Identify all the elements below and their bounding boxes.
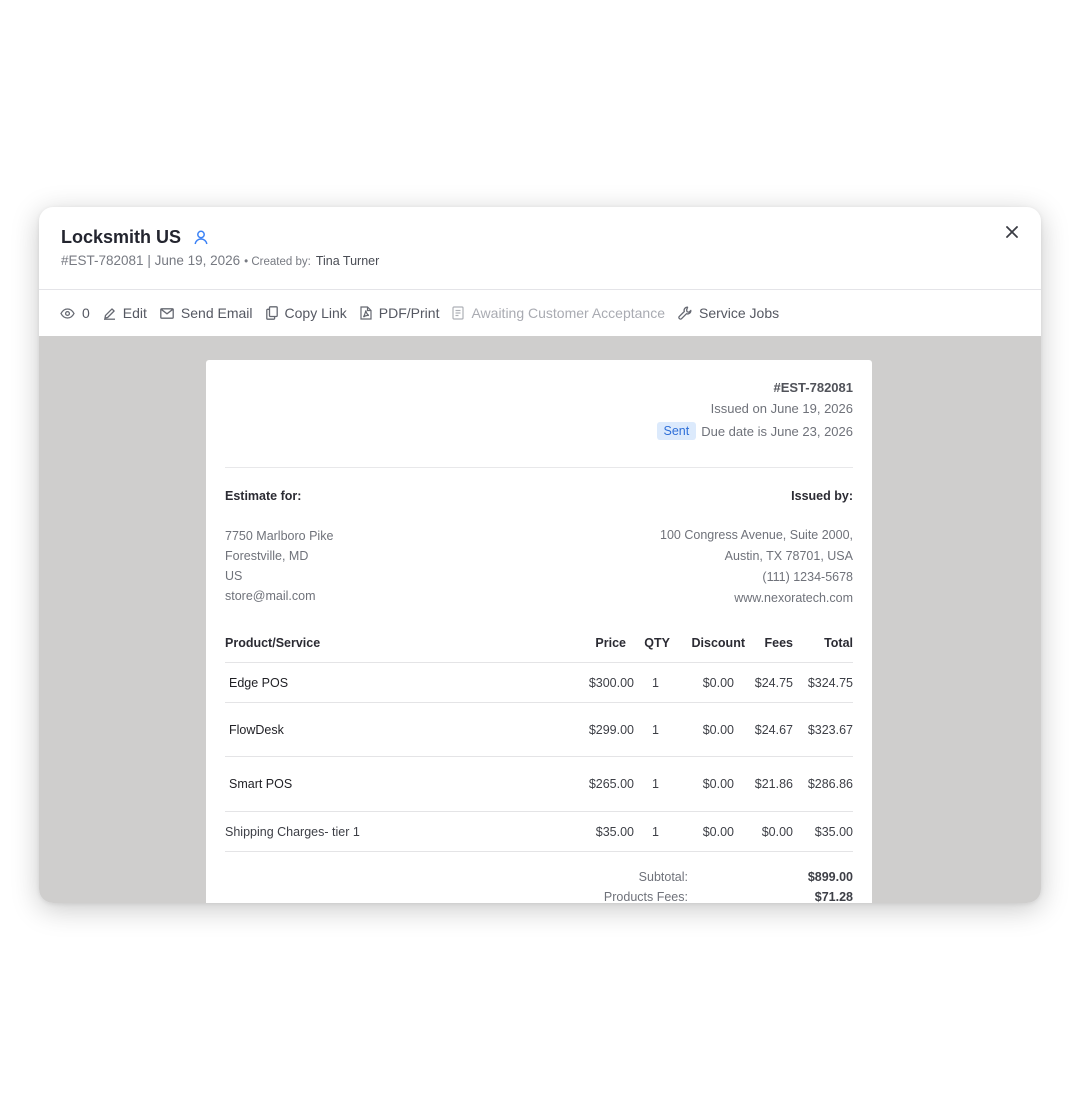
table-row: Smart POS $265.00 1 $0.00 $21.86 $286.86: [225, 757, 853, 812]
item-qty: 1: [652, 675, 659, 690]
awaiting-label: Awaiting Customer Acceptance: [471, 305, 665, 321]
document-icon: [452, 306, 465, 320]
item-fees: $24.75: [754, 675, 793, 690]
customer-address-line: US: [225, 569, 243, 583]
table-header-row: Product/Service Price QTY Discount Fees …: [225, 624, 853, 663]
send-email-button[interactable]: Send Email: [160, 305, 253, 321]
edit-button[interactable]: Edit: [103, 305, 147, 321]
column-header-product: Product/Service: [225, 636, 321, 650]
item-fees: $24.67: [754, 722, 793, 737]
item-discount: $0.00: [702, 777, 734, 791]
customer-address-line: Forestville, MD: [225, 549, 309, 563]
item-price: $35.00: [595, 824, 634, 839]
item-qty: 1: [652, 777, 659, 791]
service-jobs-label: Service Jobs: [698, 305, 780, 321]
issuer-website: www.nexoratech.com: [734, 591, 853, 605]
pdf-print-button[interactable]: PDF/Print: [360, 305, 440, 321]
item-price: $299.00: [588, 722, 634, 737]
divider: [225, 467, 853, 468]
issuer-address: 100 Congress Avenue, Suite 2000, Austin,…: [660, 525, 853, 609]
item-price: $300.00: [588, 675, 634, 690]
item-discount: $0.00: [702, 675, 734, 690]
item-discount: $0.00: [702, 824, 734, 839]
issuer-address-line: Austin, TX 78701, USA: [724, 549, 853, 563]
item-total: $35.00: [814, 824, 853, 839]
estimate-modal: Locksmith US #EST-782081 | June 19, 2026…: [39, 207, 1041, 903]
issuer-phone: (111) 1234-5678: [762, 570, 853, 584]
column-header-qty: QTY: [644, 636, 670, 650]
service-jobs-button[interactable]: Service Jobs: [678, 305, 779, 321]
views-count: 0: [82, 305, 90, 321]
totals-summary: Subtotal: $899.00 Products Fees: $71.28: [225, 870, 853, 903]
item-total: $323.67: [807, 722, 853, 737]
line-items-table: Product/Service Price QTY Discount Fees …: [225, 624, 853, 852]
item-qty: 1: [652, 722, 659, 737]
customer-email: store@mail.com: [225, 589, 316, 603]
product-fees-value: $71.28: [814, 890, 853, 903]
views-counter[interactable]: 0: [60, 305, 90, 321]
pdf-file-icon: [360, 306, 372, 320]
close-button[interactable]: [1005, 225, 1019, 244]
user-icon[interactable]: [194, 230, 208, 245]
estimate-subtitle: #EST-782081 | June 19, 2026 • Created by…: [61, 253, 379, 268]
subtotal-value: $899.00: [807, 870, 853, 884]
created-by-label: • Created by:: [244, 256, 311, 268]
status-badge: Sent: [656, 422, 697, 440]
table-row: FlowDesk $299.00 1 $0.00 $24.67 $323.67: [225, 703, 853, 757]
edit-label: Edit: [122, 305, 147, 321]
pencil-icon: [103, 307, 115, 320]
table-row: Shipping Charges- tier 1 $35.00 1 $0.00 …: [225, 812, 853, 852]
pdf-print-label: PDF/Print: [378, 305, 440, 321]
item-price: $265.00: [588, 777, 634, 791]
column-header-total: Total: [824, 636, 853, 650]
copy-icon: [265, 306, 278, 320]
subtotal-label: Subtotal:: [638, 870, 688, 884]
copy-link-button[interactable]: Copy Link: [265, 305, 347, 321]
column-header-fees: Fees: [764, 636, 794, 650]
copy-link-label: Copy Link: [284, 305, 347, 321]
issued-by-label: Issued by:: [791, 489, 853, 503]
subtotal-row: Subtotal: $899.00: [225, 870, 853, 890]
title-text: Locksmith US: [61, 227, 182, 247]
table-row: Edge POS $300.00 1 $0.00 $24.75 $324.75: [225, 663, 853, 703]
item-fees: $21.86: [754, 777, 793, 791]
due-row: Sent Due date is June 23, 2026: [656, 422, 853, 440]
item-name: FlowDesk: [229, 722, 284, 737]
eye-icon: [60, 307, 75, 319]
awaiting-acceptance-button[interactable]: Awaiting Customer Acceptance: [452, 305, 665, 321]
column-header-discount: Discount: [691, 636, 745, 650]
item-name: Shipping Charges- tier 1: [225, 824, 360, 839]
send-email-label: Send Email: [180, 305, 253, 321]
envelope-icon: [160, 307, 174, 319]
item-name: Smart POS: [229, 777, 293, 791]
item-total: $286.86: [807, 777, 853, 791]
item-fees: $0.00: [761, 824, 793, 839]
estimate-meta: #EST-782081 | June 19, 2026: [61, 253, 241, 268]
estimate-document: #EST-782081 Issued on June 19, 2026 Sent…: [206, 360, 872, 903]
product-fees-label: Products Fees:: [603, 890, 688, 903]
wrench-icon: [678, 306, 692, 320]
estimate-for-label: Estimate for:: [225, 489, 302, 503]
toolbar: 0 Edit Send Email Copy Link PDF/Print Aw…: [39, 289, 1041, 336]
page-title: Locksmith US: [61, 227, 208, 248]
issuer-address-line: 100 Congress Avenue, Suite 2000,: [660, 528, 853, 542]
item-discount: $0.00: [702, 722, 734, 737]
due-date: Due date is June 23, 2026: [701, 423, 853, 439]
product-fees-row: Products Fees: $71.28: [225, 890, 853, 903]
document-number: #EST-782081: [773, 380, 853, 395]
created-by-name: Tina Turner: [315, 254, 380, 268]
item-name: Edge POS: [229, 675, 289, 690]
item-qty: 1: [652, 824, 659, 839]
document-preview-area[interactable]: #EST-782081 Issued on June 19, 2026 Sent…: [39, 336, 1041, 903]
item-total: $324.75: [807, 675, 853, 690]
customer-address-line: 7750 Marlboro Pike: [225, 529, 334, 543]
customer-address: 7750 Marlboro Pike Forestville, MD US st…: [225, 526, 333, 606]
modal-header: Locksmith US #EST-782081 | June 19, 2026…: [39, 207, 1041, 289]
column-header-price: Price: [595, 636, 626, 650]
close-icon: [1006, 226, 1018, 238]
issued-on-date: Issued on June 19, 2026: [710, 401, 853, 416]
